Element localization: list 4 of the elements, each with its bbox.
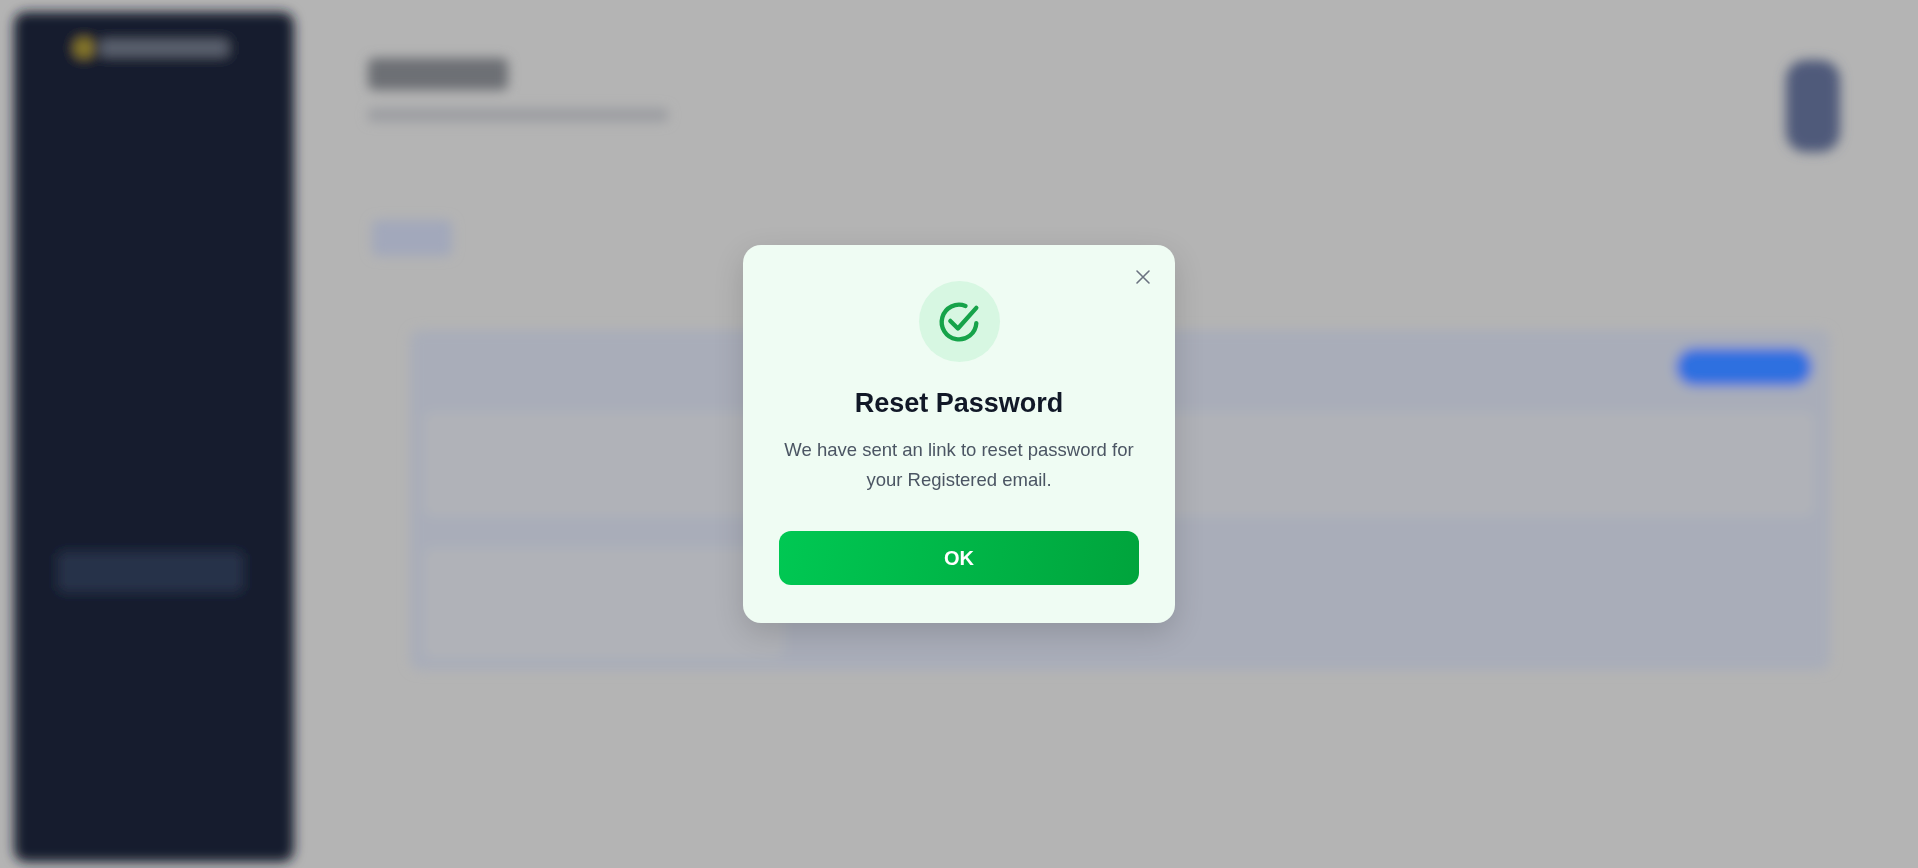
dialog-title: Reset Password (854, 388, 1064, 419)
close-icon (1135, 269, 1151, 285)
dialog-message: We have sent an link to reset password for your Registered email. (783, 438, 1135, 492)
ok-button[interactable]: OK (779, 531, 1139, 585)
